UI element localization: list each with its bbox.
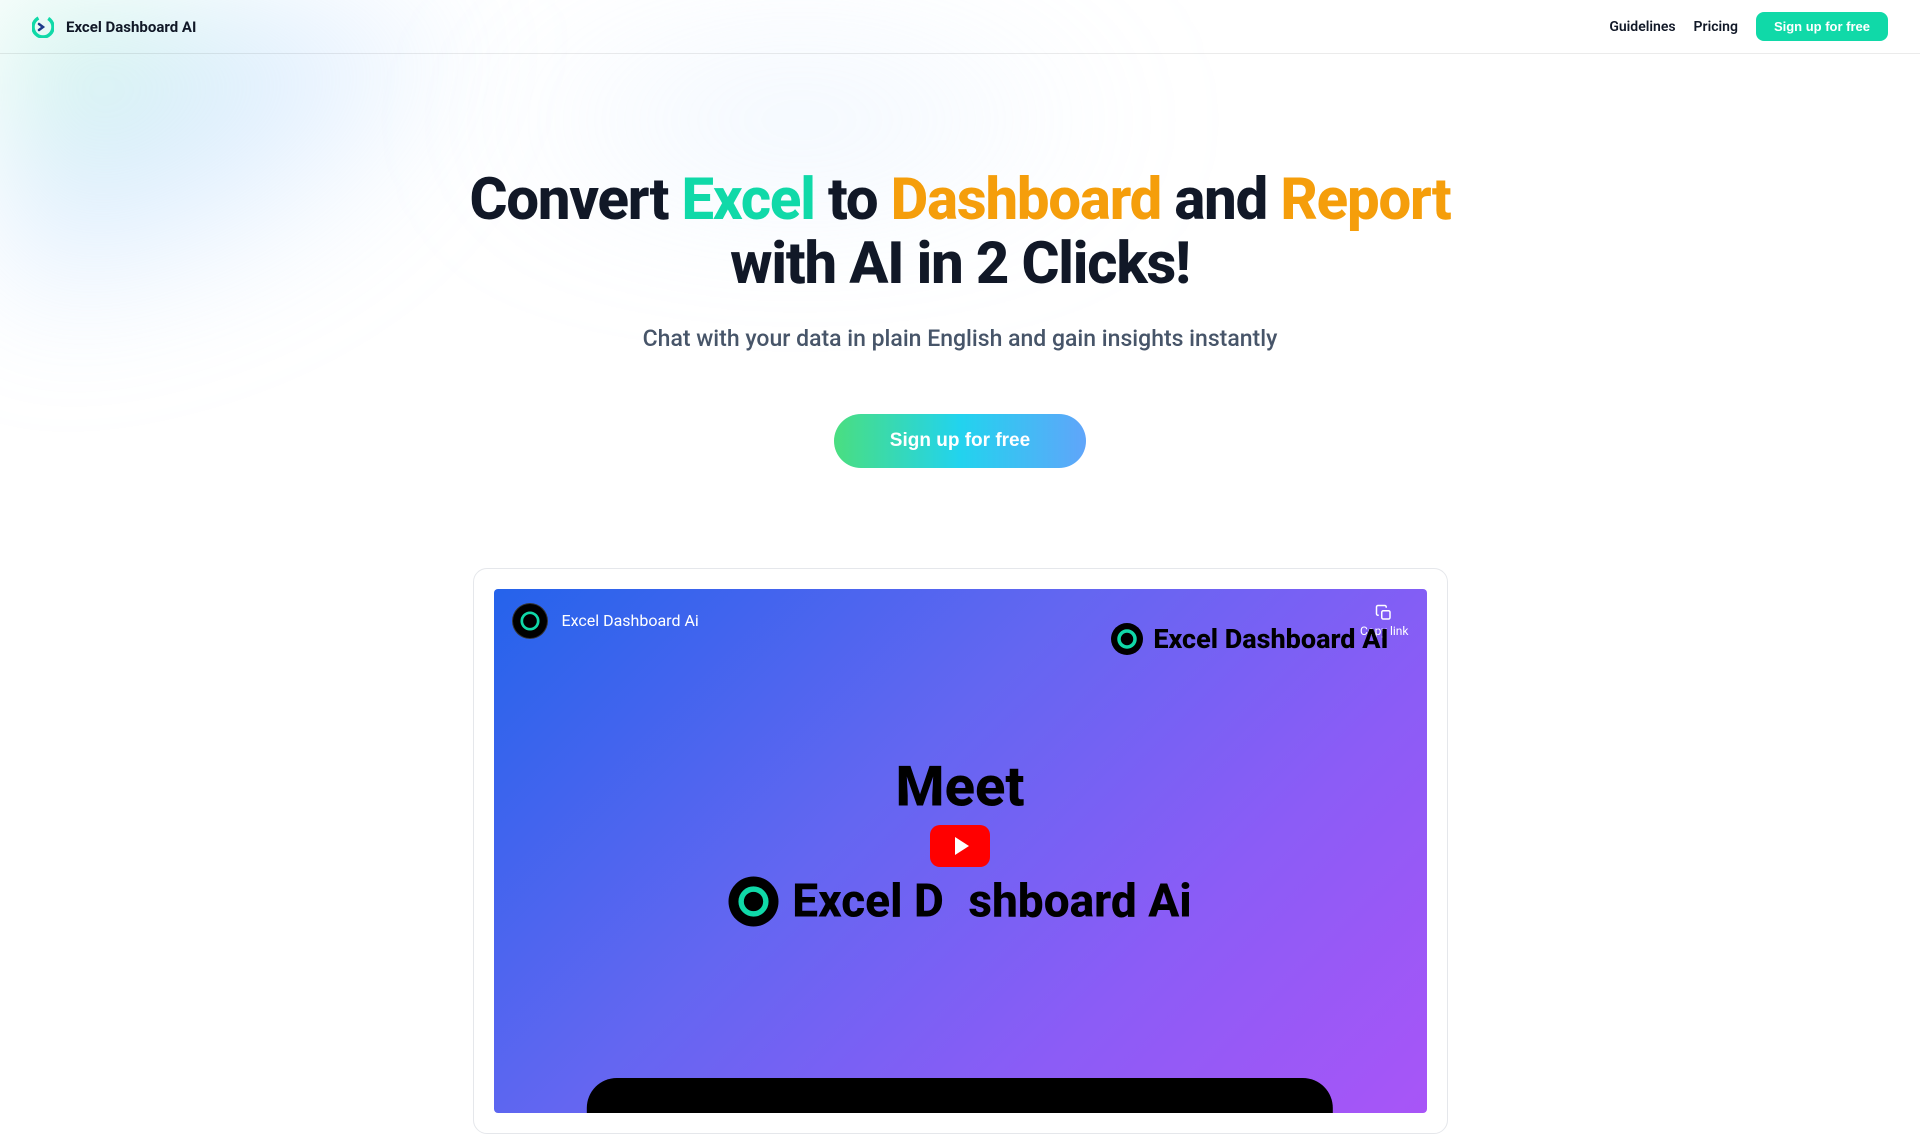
video-container: Excel Dashboard Ai Copy link Excel Dashb… bbox=[473, 568, 1448, 1134]
video-channel-avatar-icon bbox=[512, 603, 548, 639]
hero-subtitle: Chat with your data in plain English and… bbox=[20, 325, 1900, 352]
accent-report: Report bbox=[1280, 166, 1450, 234]
video-bottom-bar bbox=[587, 1078, 1333, 1113]
video-brand-icon bbox=[1111, 623, 1143, 655]
play-icon bbox=[955, 837, 969, 855]
video-title: Excel Dashboard Ai bbox=[562, 611, 699, 630]
video-player[interactable]: Excel Dashboard Ai Copy link Excel Dashb… bbox=[494, 589, 1427, 1114]
video-brand-overlay: Excel Dashboard AI bbox=[1111, 623, 1388, 655]
nav-guidelines[interactable]: Guidelines bbox=[1609, 19, 1675, 35]
video-brand-large-icon bbox=[728, 876, 778, 926]
video-meet-text: Meet bbox=[494, 753, 1427, 819]
accent-dashboard: Dashboard bbox=[891, 166, 1161, 234]
logo-section[interactable]: Excel Dashboard AI bbox=[32, 16, 196, 38]
signup-button-cta[interactable]: Sign up for free bbox=[834, 414, 1086, 468]
copy-icon bbox=[1375, 604, 1393, 622]
hero-title: Convert Excel to Dashboard and Report wi… bbox=[20, 169, 1900, 297]
nav-section: Guidelines Pricing Sign up for free bbox=[1609, 12, 1888, 41]
accent-excel: Excel bbox=[682, 166, 815, 234]
header: Excel Dashboard AI Guidelines Pricing Si… bbox=[0, 0, 1920, 54]
video-brand-large: Excel Dashboard Ai bbox=[494, 874, 1427, 928]
play-button[interactable] bbox=[930, 825, 990, 867]
hero-section: Convert Excel to Dashboard and Report wi… bbox=[0, 54, 1920, 518]
signup-button-header[interactable]: Sign up for free bbox=[1756, 12, 1888, 41]
brand-logo-icon bbox=[32, 16, 54, 38]
nav-pricing[interactable]: Pricing bbox=[1694, 19, 1738, 35]
brand-name: Excel Dashboard AI bbox=[66, 18, 196, 36]
video-title-section[interactable]: Excel Dashboard Ai bbox=[512, 603, 699, 639]
